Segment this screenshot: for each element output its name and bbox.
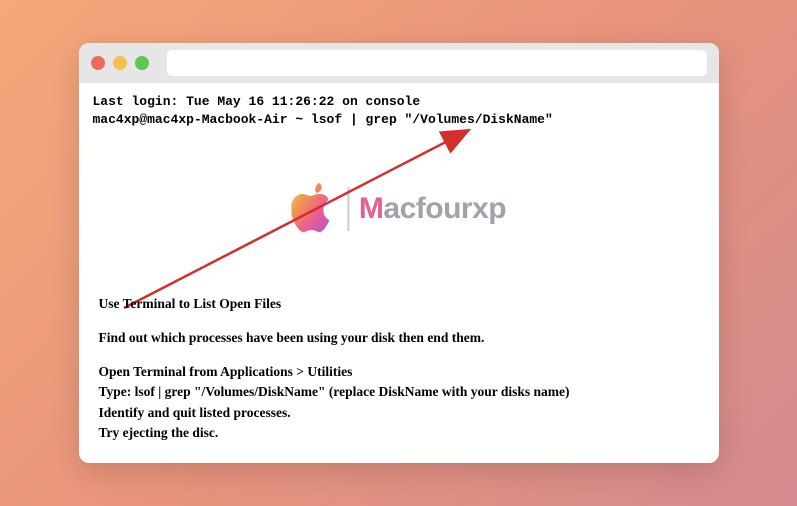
watermark-text: Macfourxp: [359, 192, 506, 226]
step-eject: Try ejecting the disc.: [99, 423, 699, 443]
watermark-divider: [347, 187, 349, 231]
instructions-heading: Use Terminal to List Open Files: [99, 294, 699, 314]
minimize-button[interactable]: [113, 56, 127, 70]
terminal-output: Last login: Tue May 16 11:26:22 on conso…: [93, 93, 705, 129]
step-open-terminal: Open Terminal from Applications > Utilit…: [99, 362, 699, 382]
maximize-button[interactable]: [135, 56, 149, 70]
apple-logo-icon: [291, 183, 337, 235]
watermark: Macfourxp: [291, 183, 506, 235]
brand-m: M: [359, 192, 384, 225]
window-content: Last login: Tue May 16 11:26:22 on conso…: [79, 83, 719, 463]
step-type-command: Type: lsof | grep "/Volumes/DiskName" (r…: [99, 382, 699, 402]
window-titlebar: [79, 43, 719, 83]
instructions-intro: Find out which processes have been using…: [99, 328, 699, 348]
step-identify-quit: Identify and quit listed processes.: [99, 403, 699, 423]
terminal-window: Last login: Tue May 16 11:26:22 on conso…: [79, 43, 719, 463]
command-prompt-line: mac4xp@mac4xp-Macbook-Air ~ lsof | grep …: [93, 111, 705, 129]
last-login-line: Last login: Tue May 16 11:26:22 on conso…: [93, 93, 705, 111]
close-button[interactable]: [91, 56, 105, 70]
instructions-steps: Open Terminal from Applications > Utilit…: [99, 362, 699, 443]
instructions-block: Use Terminal to List Open Files Find out…: [99, 294, 699, 444]
address-bar[interactable]: [167, 50, 707, 76]
brand-rest: acfourxp: [383, 192, 506, 225]
